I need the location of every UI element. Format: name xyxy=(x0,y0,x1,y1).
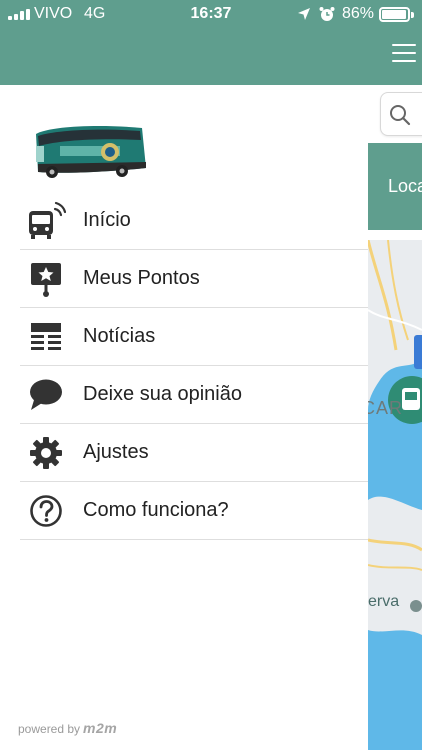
navigation-drawer: Início Meus Pontos Notícias Deixe sua op… xyxy=(0,0,368,750)
menu-item-inicio[interactable]: Início xyxy=(20,192,368,250)
question-icon xyxy=(26,493,66,529)
news-icon xyxy=(26,319,66,355)
powered-by-text: powered by xyxy=(18,722,81,736)
brand-logo-text: m2m xyxy=(83,720,118,736)
menu-item-meus-pontos[interactable]: Meus Pontos xyxy=(20,250,368,308)
background-app[interactable]: Loca CAR erva xyxy=(368,0,422,750)
powered-by-footer: powered by m2m xyxy=(18,720,117,736)
menu-item-label: Como funciona? xyxy=(83,499,229,521)
menu-item-como-funciona[interactable]: Como funciona? xyxy=(20,482,368,540)
map-view[interactable]: CAR erva xyxy=(368,240,422,750)
app-screen: Loca CAR erva xyxy=(0,0,422,750)
hamburger-icon[interactable] xyxy=(392,44,416,64)
menu-item-ajustes[interactable]: Ajustes xyxy=(20,424,368,482)
drawer-menu: Início Meus Pontos Notícias Deixe sua op… xyxy=(20,192,368,540)
menu-item-label: Ajustes xyxy=(83,441,149,463)
bus-signal-icon xyxy=(26,201,66,239)
alarm-icon xyxy=(319,7,335,21)
search-icon xyxy=(390,105,411,126)
bus-logo-image xyxy=(36,126,146,178)
search-input[interactable] xyxy=(380,92,422,136)
location-arrow-icon xyxy=(298,8,310,20)
location-band-label: Loca xyxy=(388,176,422,196)
menu-item-label: Meus Pontos xyxy=(83,267,200,289)
menu-item-opiniao[interactable]: Deixe sua opinião xyxy=(20,366,368,424)
battery-icon xyxy=(379,7,414,22)
chat-bubble-icon xyxy=(26,377,66,413)
star-stop-icon xyxy=(26,261,66,297)
menu-item-noticias[interactable]: Notícias xyxy=(20,308,368,366)
map-partial-label: CAR xyxy=(368,398,404,418)
menu-item-label: Notícias xyxy=(83,325,156,347)
map-place-label: erva xyxy=(368,593,400,610)
gear-icon xyxy=(26,435,66,471)
menu-item-label: Início xyxy=(83,209,131,231)
map-graphic xyxy=(368,240,422,750)
status-bar: VIVO 4G 16:37 86% xyxy=(0,0,422,28)
battery-percent: 86% xyxy=(342,5,375,22)
menu-item-label: Deixe sua opinião xyxy=(83,383,242,405)
